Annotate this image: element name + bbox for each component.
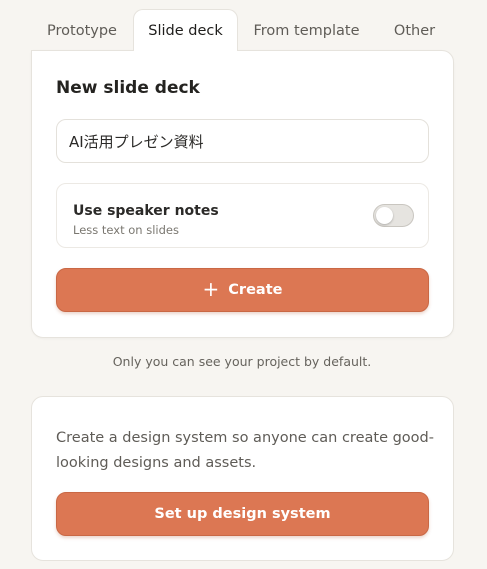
create-button[interactable]: + Create bbox=[56, 268, 429, 312]
tab-other[interactable]: Other bbox=[375, 10, 454, 51]
tab-bar: Prototype Slide deck From template Other bbox=[31, 9, 454, 51]
speaker-notes-toggle[interactable] bbox=[373, 204, 414, 227]
create-button-label: Create bbox=[228, 282, 283, 298]
tab-slide-deck[interactable]: Slide deck bbox=[133, 9, 238, 51]
setup-design-system-button[interactable]: Set up design system bbox=[56, 492, 429, 536]
speaker-notes-option: Use speaker notes Less text on slides bbox=[56, 183, 429, 248]
privacy-note: Only you can see your project by default… bbox=[112, 354, 372, 369]
new-slide-deck-card: New slide deck Use speaker notes Less te… bbox=[31, 50, 454, 338]
setup-design-system-label: Set up design system bbox=[154, 506, 331, 522]
plus-icon: + bbox=[202, 276, 220, 301]
design-system-card: Create a design system so anyone can cre… bbox=[31, 396, 454, 561]
toggle-knob bbox=[376, 207, 393, 224]
card-title: New slide deck bbox=[56, 78, 200, 98]
design-system-text: Create a design system so anyone can cre… bbox=[56, 430, 434, 471]
tab-prototype[interactable]: Prototype bbox=[31, 10, 133, 51]
tab-from-template[interactable]: From template bbox=[238, 10, 375, 51]
speaker-notes-label: Use speaker notes bbox=[73, 203, 219, 219]
deck-name-input[interactable] bbox=[56, 119, 429, 163]
speaker-notes-sublabel: Less text on slides bbox=[73, 223, 179, 237]
